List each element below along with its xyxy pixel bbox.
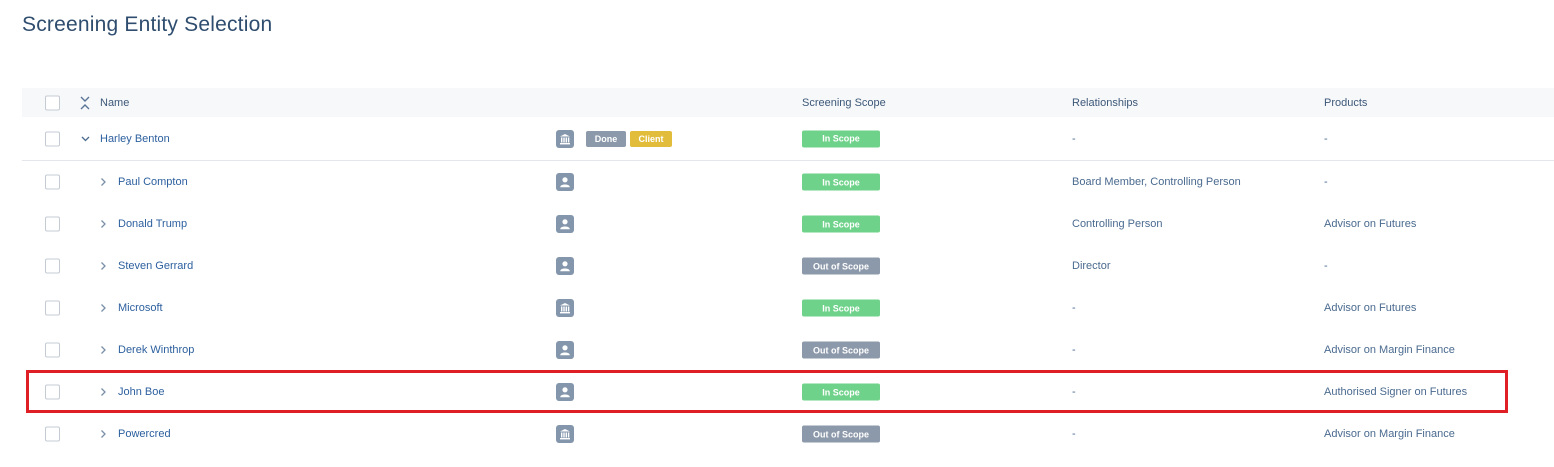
- products-value: Advisor on Margin Finance: [1324, 428, 1455, 440]
- done-badge: Done: [586, 130, 626, 147]
- scope-badge: In Scope: [802, 299, 880, 317]
- expand-collapse-all-icon[interactable]: [80, 96, 90, 110]
- products-value: -: [1324, 176, 1328, 188]
- products-value: -: [1324, 132, 1328, 145]
- entity-name-link[interactable]: Powercred: [118, 413, 171, 455]
- entity-name-link[interactable]: Derek Winthrop: [118, 329, 194, 371]
- row-checkbox[interactable]: [45, 300, 60, 316]
- relationships-value: -: [1072, 302, 1076, 314]
- products-value: Advisor on Margin Finance: [1324, 344, 1455, 356]
- entity-name-link[interactable]: Microsoft: [118, 287, 163, 329]
- chevron-right-icon[interactable]: [99, 346, 108, 355]
- scope-badge: Out of Scope: [802, 425, 880, 443]
- chevron-right-icon[interactable]: [99, 388, 108, 397]
- relationships-value: Board Member, Controlling Person: [1072, 176, 1241, 188]
- client-badge: Client: [630, 130, 672, 147]
- table-row-parent[interactable]: Harley Benton Done Client In Scope - -: [22, 117, 1554, 161]
- table-row[interactable]: Paul Compton In Scope Board Member, Cont…: [22, 161, 1554, 203]
- relationships-value: Controlling Person: [1072, 218, 1163, 230]
- person-icon: [556, 215, 574, 233]
- chevron-right-icon[interactable]: [99, 304, 108, 313]
- relationships-value: -: [1072, 132, 1076, 145]
- header-products[interactable]: Products: [1324, 88, 1367, 117]
- row-checkbox[interactable]: [45, 258, 60, 274]
- scope-badge: Out of Scope: [802, 341, 880, 359]
- page-title: Screening Entity Selection: [22, 13, 273, 36]
- person-icon: [556, 173, 574, 191]
- header-screening-scope[interactable]: Screening Scope: [802, 88, 886, 117]
- row-checkbox[interactable]: [45, 174, 60, 190]
- person-icon: [556, 383, 574, 401]
- entity-name-link[interactable]: Steven Gerrard: [118, 245, 193, 287]
- products-value: Advisor on Futures: [1324, 218, 1417, 230]
- entity-name-link[interactable]: Paul Compton: [118, 161, 188, 203]
- entity-table: Name Screening Scope Relationships Produ…: [22, 88, 1554, 455]
- relationships-value: -: [1072, 344, 1076, 356]
- person-icon: [556, 341, 574, 359]
- products-value: -: [1324, 260, 1328, 272]
- chevron-right-icon[interactable]: [99, 262, 108, 271]
- header-relationships[interactable]: Relationships: [1072, 88, 1138, 117]
- entity-name-link[interactable]: Donald Trump: [118, 203, 187, 245]
- header-name[interactable]: Name: [100, 88, 129, 117]
- table-row[interactable]: Donald Trump In Scope Controlling Person…: [22, 203, 1554, 245]
- chevron-right-icon[interactable]: [99, 220, 108, 229]
- building-icon: [556, 299, 574, 317]
- building-icon: [556, 129, 574, 148]
- products-value: Advisor on Futures: [1324, 302, 1417, 314]
- scope-badge: In Scope: [802, 383, 880, 401]
- table-row[interactable]: Steven Gerrard Out of Scope Director -: [22, 245, 1554, 287]
- chevron-right-icon[interactable]: [99, 430, 108, 439]
- person-icon: [556, 257, 574, 275]
- products-value: Authorised Signer on Futures: [1324, 386, 1468, 398]
- table-row[interactable]: Powercred Out of Scope - Advisor on Marg…: [22, 413, 1554, 455]
- select-all-checkbox[interactable]: [45, 95, 60, 110]
- row-checkbox[interactable]: [45, 384, 60, 400]
- relationships-value: -: [1072, 428, 1076, 440]
- row-checkbox[interactable]: [45, 426, 60, 442]
- scope-badge: Out of Scope: [802, 257, 880, 275]
- entity-name-link[interactable]: Harley Benton: [100, 117, 170, 160]
- table-row[interactable]: Microsoft In Scope - Advisor on Futures: [22, 287, 1554, 329]
- scope-badge: In Scope: [802, 130, 880, 147]
- table-row[interactable]: Derek Winthrop Out of Scope - Advisor on…: [22, 329, 1554, 371]
- building-icon: [556, 425, 574, 443]
- scope-badge: In Scope: [802, 173, 880, 191]
- relationships-value: Director: [1072, 260, 1111, 272]
- row-checkbox[interactable]: [45, 131, 60, 146]
- row-checkbox[interactable]: [45, 216, 60, 232]
- entity-name-link[interactable]: John Boe: [118, 371, 164, 413]
- table-header: Name Screening Scope Relationships Produ…: [22, 88, 1554, 117]
- row-checkbox[interactable]: [45, 342, 60, 358]
- scope-badge: In Scope: [802, 215, 880, 233]
- table-row[interactable]: John Boe In Scope - Authorised Signer on…: [22, 371, 1554, 413]
- relationships-value: -: [1072, 386, 1076, 398]
- chevron-right-icon[interactable]: [99, 178, 108, 187]
- chevron-down-icon[interactable]: [81, 134, 90, 143]
